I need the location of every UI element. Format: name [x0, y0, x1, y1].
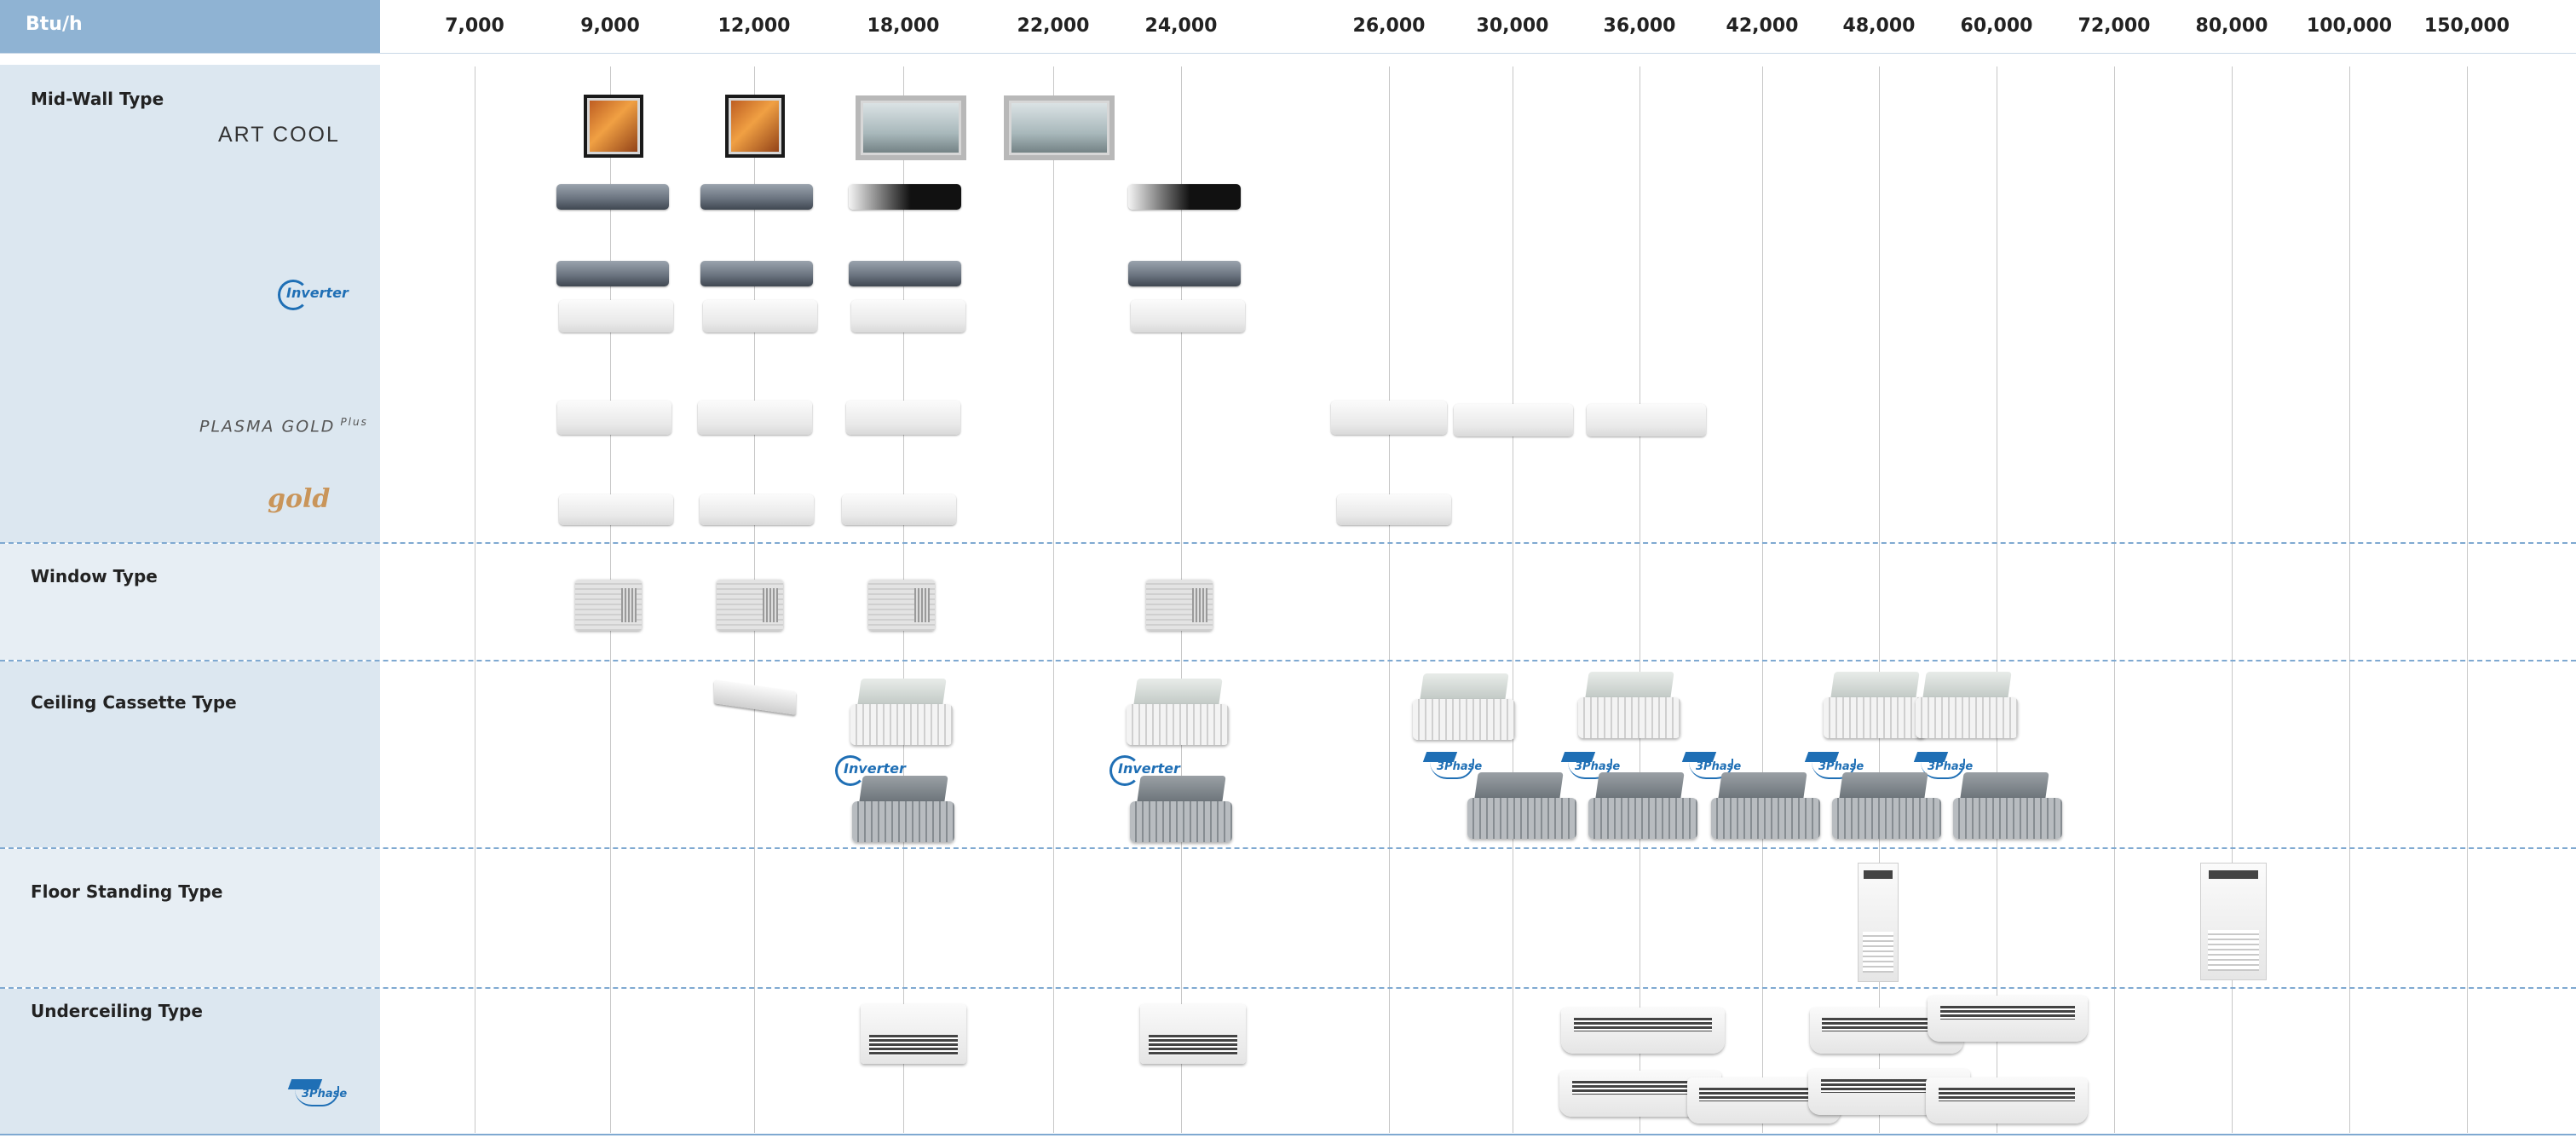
cassette-dark-unit-36000: [1588, 772, 1697, 842]
under-unit-24000: [1140, 1004, 1246, 1064]
cassette-dark-unit-42000: [1711, 772, 1820, 842]
artcool-unit-9000: [556, 184, 669, 210]
row-title-window: Window Type: [31, 566, 158, 586]
gridline-22000: [1053, 66, 1054, 1133]
row-title-cassette: Ceiling Cassette Type: [31, 692, 237, 713]
brand-plasma-gold: PLASMA GOLD Plus: [199, 416, 368, 436]
cassette-dark-unit-48000: [1832, 772, 1941, 842]
under-unit-36000-a: [1561, 1008, 1725, 1054]
brand-inverter-icon: Inverter: [278, 278, 349, 310]
brand-artcool: ART COOL: [218, 123, 340, 147]
left-panel-window: [0, 544, 380, 660]
capacity-150000: 150,000: [2423, 15, 2510, 37]
plasma-unit-9000: [557, 401, 671, 435]
artcool-frame-9000: [584, 95, 643, 158]
capacity-100000: 100,000: [2306, 15, 2393, 37]
gridline-72000: [2114, 66, 2115, 1133]
brand-gold: gold: [268, 484, 331, 514]
inverter-white-unit-24000: [1131, 300, 1245, 332]
inverter-dark-unit-9000: [556, 261, 669, 286]
cassette-3phase-badge-30000: 3Phase: [1422, 752, 1482, 779]
row-title-under: Underceiling Type: [31, 1001, 203, 1021]
artcool-frame-18000: [856, 95, 966, 160]
artcool-frame-12000: [725, 95, 785, 158]
cassette-dark-unit-24000: [1130, 776, 1232, 846]
capacity-24000: 24,000: [1144, 15, 1218, 37]
capacity-42000: 42,000: [1726, 15, 1799, 37]
gold-unit-18000: [842, 494, 956, 525]
inverter-dark-unit-18000: [849, 261, 961, 286]
floor-unit-80000: [2200, 863, 2267, 980]
gold-unit-12000: [700, 494, 814, 525]
capacity-80000: 80,000: [2195, 15, 2268, 37]
plasma-unit-18000: [846, 401, 960, 435]
left-panel-floor: [0, 849, 380, 987]
row-title-floor: Floor Standing Type: [31, 881, 223, 902]
cassette-unit-18000: [850, 679, 953, 748]
artcool-frame-22000: [1004, 95, 1115, 160]
capacity-18000: 18,000: [867, 15, 940, 37]
gridline-150000: [2467, 66, 2468, 1133]
artcool-unit-12000: [700, 184, 813, 210]
inverter-dark-unit-24000: [1128, 261, 1241, 286]
separator-floor: [0, 847, 2576, 849]
row-title-midwall: Mid-Wall Type: [31, 89, 164, 109]
artcool-unit-24000: [1128, 184, 1241, 210]
capacity-48000: 48,000: [1842, 15, 1916, 37]
gold-unit-26000: [1337, 494, 1451, 525]
inverter-white-unit-9000: [559, 300, 673, 332]
cassette-unit-60000: [1916, 672, 2018, 742]
cassette-unit-24000: [1127, 679, 1229, 748]
under-unit-60000-a: [1928, 996, 2088, 1042]
separator-bottom: [0, 1134, 2576, 1135]
window-unit-9000: [575, 580, 642, 631]
gridline-26000: [1389, 66, 1390, 1133]
gridline-100000: [2349, 66, 2350, 1133]
cassette-dark-unit-60000: [1953, 772, 2062, 842]
inverter-dark-unit-12000: [700, 261, 813, 286]
capacity-22000: 22,000: [1017, 15, 1090, 37]
capacity-12000: 12,000: [717, 15, 791, 37]
gold-unit-9000: [559, 494, 673, 525]
separator-window: [0, 542, 2576, 544]
cassette-unit-36000: [1578, 672, 1680, 742]
cassette-slim-12000: [714, 679, 796, 715]
floor-unit-48000: [1858, 863, 1899, 982]
under-unit-60000-b: [1926, 1077, 2088, 1124]
capacity-7000: 7,000: [445, 15, 504, 37]
capacity-9000: 9,000: [580, 15, 640, 37]
inverter-white-unit-12000: [703, 300, 817, 332]
window-unit-24000: [1146, 580, 1213, 631]
cassette-unit-48000: [1824, 672, 1926, 742]
capacity-72000: 72,000: [2078, 15, 2151, 37]
separator-cassette: [0, 660, 2576, 661]
plasma-unit-30000: [1454, 404, 1573, 436]
plasma-unit-12000: [698, 401, 812, 435]
window-unit-12000: [717, 580, 783, 631]
capacity-header: Btu/h 7,000 9,000 12,000 18,000 22,000 2…: [0, 0, 2576, 54]
under-unit-18000: [861, 1004, 966, 1064]
plasma-unit-36000: [1587, 404, 1706, 436]
capacity-36000: 36,000: [1603, 15, 1676, 37]
artcool-unit-18000: [849, 184, 961, 210]
under-3phase-badge: 3Phase: [287, 1079, 347, 1106]
left-panel-cassette: [0, 661, 380, 847]
capacity-26000: 26,000: [1352, 15, 1426, 37]
unit-label: Btu/h: [26, 14, 83, 35]
plasma-unit-26000: [1331, 401, 1447, 435]
separator-under: [0, 987, 2576, 989]
gridline-42000: [1762, 66, 1763, 1133]
inverter-white-unit-18000: [851, 300, 965, 332]
cassette-unit-30000: [1413, 673, 1515, 743]
capacity-30000: 30,000: [1476, 15, 1549, 37]
window-unit-18000: [868, 580, 935, 631]
unit-header: Btu/h: [0, 0, 380, 53]
cassette-dark-unit-18000: [852, 776, 954, 846]
cassette-dark-unit-30000: [1467, 772, 1576, 842]
capacity-60000: 60,000: [1960, 15, 2033, 37]
